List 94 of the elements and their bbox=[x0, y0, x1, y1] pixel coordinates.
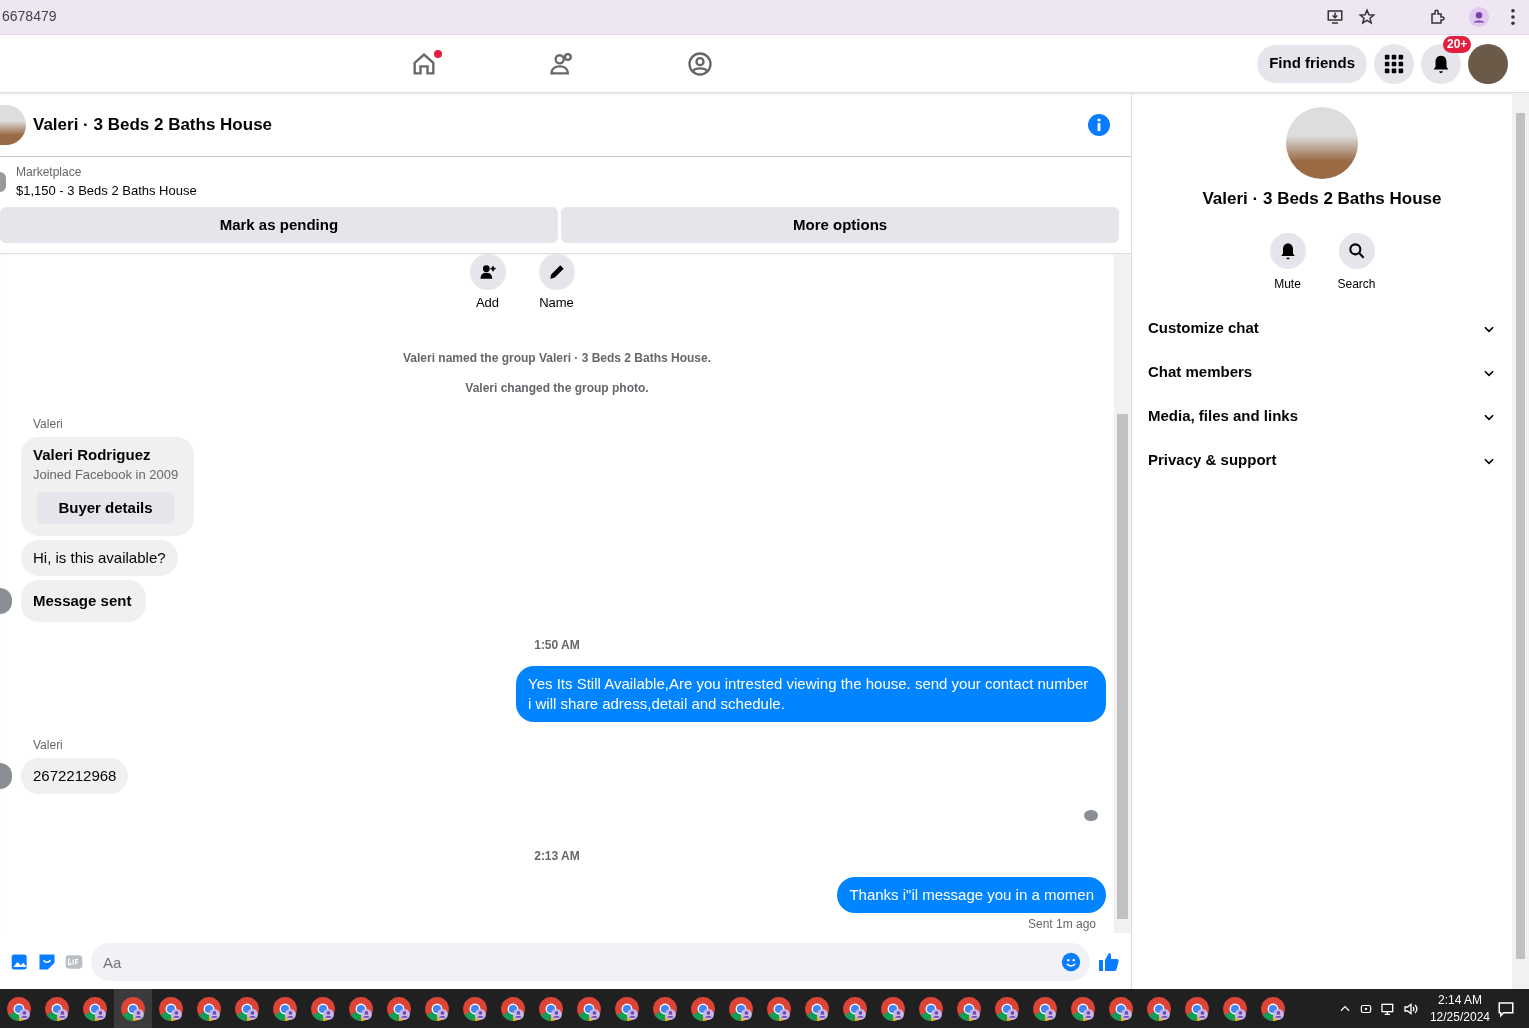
browser-icon bbox=[652, 995, 678, 1022]
browser-icon bbox=[272, 995, 298, 1022]
browser-icon bbox=[690, 995, 716, 1022]
sender-name: Valeri bbox=[32, 736, 63, 754]
star-icon bbox=[1358, 7, 1376, 26]
browser-icon bbox=[614, 995, 640, 1022]
account-avatar[interactable] bbox=[1468, 43, 1508, 84]
browser-icon bbox=[1070, 995, 1096, 1022]
section-toggle[interactable]: Media, files and links bbox=[1148, 394, 1496, 439]
browser-icon bbox=[880, 995, 906, 1022]
listing-source: Marketplace bbox=[16, 164, 83, 182]
section-toggle[interactable]: Chat members bbox=[1148, 350, 1496, 395]
browser-icon bbox=[82, 995, 108, 1022]
browser-icon bbox=[6, 995, 32, 1022]
scrollbar[interactable] bbox=[1114, 254, 1131, 933]
notification-dot bbox=[434, 49, 442, 58]
action-button[interactable]: More options bbox=[561, 207, 1119, 243]
browser-icon bbox=[310, 995, 336, 1022]
browser-icon bbox=[1184, 995, 1210, 1022]
emoji-icon bbox=[1060, 951, 1082, 973]
browser-icon bbox=[196, 995, 222, 1022]
section-toggle[interactable]: Privacy & support bbox=[1148, 438, 1496, 483]
people-circle-icon bbox=[686, 49, 714, 78]
puzzle-icon bbox=[1429, 8, 1447, 26]
timestamp: 2:13 AM bbox=[533, 848, 581, 865]
taskbar-app[interactable] bbox=[114, 989, 152, 1028]
url-text[interactable]: 6678479 bbox=[2, 6, 57, 27]
gif-icon bbox=[64, 952, 84, 972]
delivery-status: Sent 1m ago bbox=[1027, 916, 1096, 933]
speaker-icon bbox=[1403, 1000, 1420, 1017]
browser-icon bbox=[234, 995, 260, 1022]
browser-icon bbox=[918, 995, 944, 1022]
group-action-button[interactable]: Add bbox=[463, 254, 512, 313]
search-icon bbox=[1346, 240, 1367, 261]
browser-icon bbox=[424, 995, 450, 1022]
join-date: Joined Facebook in 2009 bbox=[33, 465, 179, 484]
browser-icon bbox=[956, 995, 982, 1022]
buyer-name: Valeri Rodriguez bbox=[33, 444, 152, 465]
message-bubble: 2672212968 bbox=[21, 757, 129, 794]
listing-photo bbox=[0, 172, 6, 192]
thumbs-up-icon bbox=[1097, 950, 1121, 974]
buyer-details-button[interactable]: Buyer details bbox=[37, 491, 174, 524]
browser-icon bbox=[766, 995, 792, 1022]
system-message: Valeri named the group Valeri · 3 Beds 2 Baths House. bbox=[401, 349, 713, 367]
browser-icon bbox=[1260, 995, 1286, 1022]
browser-icon bbox=[1108, 995, 1134, 1022]
sticker-icon bbox=[37, 952, 57, 972]
browser-icon bbox=[538, 995, 564, 1022]
browser-icon bbox=[728, 995, 754, 1022]
image-icon bbox=[10, 952, 30, 972]
panel-button[interactable]: Search bbox=[1332, 232, 1381, 293]
section-toggle[interactable]: Customize chat bbox=[1148, 306, 1496, 351]
notification-icon bbox=[1497, 999, 1515, 1018]
notification-badge: 20+ bbox=[1443, 35, 1472, 53]
action-button[interactable]: Mark as pending bbox=[0, 207, 558, 243]
browser-icon bbox=[842, 995, 868, 1022]
browser-icon bbox=[462, 995, 488, 1022]
browser-icon bbox=[804, 995, 830, 1022]
browser-icon bbox=[576, 995, 602, 1022]
listing-title[interactable]: $1,150 - 3 Beds 2 Baths House bbox=[16, 181, 197, 201]
clock-time[interactable]: 2:14 AM bbox=[1429, 991, 1490, 1009]
info-icon[interactable] bbox=[1087, 112, 1111, 137]
browser-icon bbox=[1222, 995, 1248, 1022]
find-friends-button[interactable]: Find friends bbox=[1257, 44, 1367, 83]
message-field[interactable]: Aa bbox=[91, 943, 1090, 981]
browser-icon bbox=[44, 995, 70, 1022]
profile-icon bbox=[1468, 6, 1490, 28]
seen-avatar bbox=[1084, 809, 1098, 821]
sender-name: Valeri bbox=[32, 415, 63, 433]
group-action-button[interactable]: Name bbox=[532, 254, 581, 313]
browser-icon bbox=[120, 995, 146, 1022]
page-scrollbar[interactable] bbox=[1512, 93, 1529, 989]
system-message: Valeri changed the group photo. bbox=[464, 379, 650, 397]
message-bubble: Thanks i"il message you in a momen bbox=[837, 877, 1106, 913]
browser-icon bbox=[1032, 995, 1058, 1022]
group-photo bbox=[0, 104, 26, 145]
browser-icon bbox=[1146, 995, 1172, 1022]
browser-icon bbox=[386, 995, 412, 1022]
browser-icon bbox=[348, 995, 374, 1022]
panel-button[interactable]: Mute bbox=[1263, 232, 1312, 293]
more-icon[interactable] bbox=[1511, 9, 1515, 25]
message-bubble: Yes Its Still Available,Are you intrested viewing the house. send your contact number i will share adress,detail and schedule. bbox=[516, 665, 1106, 722]
clock-date[interactable]: 12/25/2024 bbox=[1429, 1008, 1490, 1026]
group-name: Valeri · 3 Beds 2 Baths House bbox=[1202, 188, 1442, 210]
browser-icon bbox=[994, 995, 1020, 1022]
install-icon bbox=[1326, 7, 1344, 26]
browser-icon bbox=[158, 995, 184, 1022]
grid-icon bbox=[1383, 52, 1405, 75]
message-bubble: Hi, is this available? bbox=[21, 539, 178, 576]
menu-button[interactable] bbox=[1374, 43, 1414, 84]
message-bubble: Message sent bbox=[21, 579, 147, 622]
chat-title: Valeri · 3 Beds 2 Baths House bbox=[33, 113, 273, 136]
browser-icon bbox=[500, 995, 526, 1022]
timestamp: 1:50 AM bbox=[533, 636, 581, 654]
